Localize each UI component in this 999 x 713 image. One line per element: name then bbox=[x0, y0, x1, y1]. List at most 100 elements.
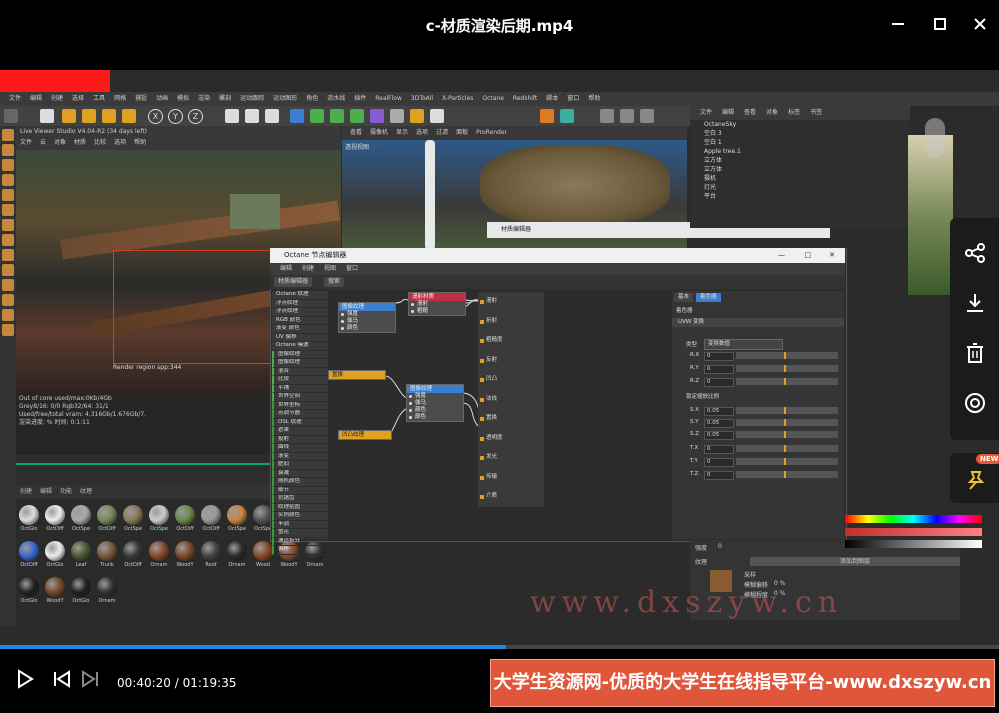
material-swatch[interactable]: Leaf bbox=[70, 540, 92, 568]
material-output-pin[interactable]: 反射 bbox=[478, 351, 544, 371]
tool-icon[interactable] bbox=[2, 174, 14, 186]
object-item[interactable]: 平台 bbox=[690, 192, 910, 201]
download-button[interactable] bbox=[950, 283, 999, 323]
tool-icon[interactable] bbox=[2, 144, 14, 156]
prop-lock-scale[interactable]: 锁定缩放比例 bbox=[686, 392, 719, 400]
tool-icon[interactable] bbox=[2, 264, 14, 276]
material-menu-item[interactable]: 功能 bbox=[60, 488, 72, 495]
material-menu-item[interactable]: 创建 bbox=[20, 488, 32, 495]
scene-icon[interactable] bbox=[390, 109, 404, 123]
viewer-menu-item[interactable]: 材质 bbox=[74, 139, 86, 146]
prop-slider[interactable] bbox=[736, 419, 838, 426]
material-output-pin[interactable]: 凹凸 bbox=[478, 370, 544, 390]
menu-item[interactable]: Redshift bbox=[513, 95, 537, 102]
node-input[interactable]: 颜色 bbox=[407, 407, 463, 414]
menu-item[interactable]: 捕捉 bbox=[135, 95, 147, 102]
camera-icon[interactable] bbox=[410, 109, 424, 123]
material-swatch[interactable]: OctDiff bbox=[44, 504, 66, 532]
viewport-menu-item[interactable]: 过滤 bbox=[436, 129, 448, 136]
material-swatch[interactable]: OctSpe bbox=[226, 504, 248, 532]
viewer-menu-item[interactable]: 对象 bbox=[54, 139, 66, 146]
node-input[interactable]: 强度 bbox=[339, 311, 395, 318]
prop-slider[interactable] bbox=[736, 365, 838, 372]
material-menu-item[interactable]: 编辑 bbox=[40, 488, 52, 495]
attr-value[interactable]: 0 bbox=[718, 543, 722, 550]
delete-button[interactable] bbox=[950, 333, 999, 373]
object-item[interactable]: Apple tree.1 bbox=[690, 147, 910, 156]
color-spectrum[interactable] bbox=[845, 515, 982, 523]
object-item[interactable]: 空白 1 bbox=[690, 138, 910, 147]
viewport-menu-item[interactable]: 摄像机 bbox=[370, 129, 388, 136]
menu-item[interactable]: 3DToAll bbox=[411, 95, 433, 102]
spline-icon[interactable] bbox=[310, 109, 324, 123]
material-swatch[interactable]: OctSpe bbox=[70, 504, 92, 532]
tool-icon[interactable] bbox=[2, 219, 14, 231]
prop-slider[interactable] bbox=[736, 352, 838, 359]
prop-tab-basic[interactable]: 基本 bbox=[674, 293, 694, 302]
menu-item[interactable]: 动画 bbox=[156, 95, 168, 102]
prop-type-dropdown[interactable]: 变换数值 bbox=[704, 339, 783, 350]
node-input[interactable]: 粗糙 bbox=[409, 308, 465, 315]
prop-value-field[interactable]: 0 bbox=[704, 445, 734, 454]
menu-item[interactable]: 渲染 bbox=[198, 95, 210, 102]
menu-item[interactable]: 运动图形 bbox=[273, 95, 297, 102]
previous-button[interactable] bbox=[52, 668, 72, 694]
snap-icon[interactable] bbox=[600, 109, 614, 123]
viewer-menu-item[interactable]: 比较 bbox=[94, 139, 106, 146]
viewer-menu-item[interactable]: 选项 bbox=[114, 139, 126, 146]
viewport-menu-item[interactable]: 显示 bbox=[396, 129, 408, 136]
tool-icon[interactable] bbox=[2, 159, 14, 171]
deformer-icon[interactable] bbox=[370, 109, 384, 123]
object-icon[interactable] bbox=[122, 109, 136, 123]
nurbs-icon[interactable] bbox=[330, 109, 344, 123]
menu-item[interactable]: 帮助 bbox=[588, 95, 600, 102]
menu-item[interactable]: 雕刻 bbox=[219, 95, 231, 102]
tool-icon[interactable] bbox=[2, 129, 14, 141]
menu-item[interactable]: 工具 bbox=[93, 95, 105, 102]
material-swatch[interactable]: OctGlo bbox=[44, 540, 66, 568]
material-swatch[interactable]: OctSpe bbox=[148, 504, 170, 532]
select-icon[interactable] bbox=[40, 109, 54, 123]
menu-item[interactable]: 角色 bbox=[306, 95, 318, 102]
material-output-pin[interactable]: 粗糙度 bbox=[478, 331, 544, 351]
tool-icon[interactable] bbox=[2, 204, 14, 216]
tool-icon[interactable] bbox=[2, 189, 14, 201]
axis-z-icon[interactable]: Z bbox=[188, 109, 203, 124]
viewport-menu-item[interactable]: 选项 bbox=[416, 129, 428, 136]
node-input[interactable]: 颜色 bbox=[407, 414, 463, 421]
material-output-pin[interactable]: 漫射 bbox=[478, 292, 544, 312]
material-swatch[interactable]: WoodY bbox=[44, 576, 66, 604]
object-item[interactable]: 摄机 bbox=[690, 174, 910, 183]
close-button[interactable] bbox=[966, 12, 994, 40]
viewer-menu-item[interactable]: 帮助 bbox=[134, 139, 146, 146]
prop-slider[interactable] bbox=[736, 407, 838, 414]
move-icon[interactable] bbox=[62, 109, 76, 123]
viewport-menu-item[interactable]: ProRender bbox=[476, 129, 507, 136]
object-menu-item[interactable]: 编辑 bbox=[722, 109, 734, 116]
grid-icon[interactable] bbox=[640, 109, 654, 123]
material-menu-item[interactable]: 纹理 bbox=[80, 488, 92, 495]
material-swatch[interactable]: OctDiff bbox=[96, 504, 118, 532]
prop-slider[interactable] bbox=[736, 471, 838, 478]
prop-value-field[interactable]: 0 bbox=[704, 458, 734, 467]
pin-button[interactable] bbox=[964, 469, 986, 495]
object-item[interactable]: 灯光 bbox=[690, 183, 910, 192]
menu-item[interactable]: Octane bbox=[482, 95, 504, 102]
next-button[interactable] bbox=[80, 668, 100, 694]
object-item[interactable]: 立方体 bbox=[690, 165, 910, 174]
axis-x-icon[interactable]: X bbox=[148, 109, 163, 124]
tool-icon[interactable] bbox=[2, 279, 14, 291]
menu-item[interactable]: X-Particles bbox=[442, 95, 473, 102]
node-canvas-empty[interactable] bbox=[546, 292, 666, 538]
prop-slider[interactable] bbox=[736, 378, 838, 385]
menu-item[interactable]: 运动跟踪 bbox=[240, 95, 264, 102]
prop-value-field[interactable]: 0.05 bbox=[704, 431, 734, 440]
node-input[interactable]: 伽马 bbox=[407, 400, 463, 407]
light-icon[interactable] bbox=[430, 109, 444, 123]
menu-item[interactable]: 流水线 bbox=[327, 95, 345, 102]
material-swatch[interactable]: OctGlo bbox=[18, 504, 40, 532]
prop-value-field[interactable]: 0 bbox=[704, 378, 734, 387]
tool-icon[interactable] bbox=[2, 249, 14, 261]
prop-value-field[interactable]: 0 bbox=[704, 471, 734, 480]
prop-slider[interactable] bbox=[736, 431, 838, 438]
